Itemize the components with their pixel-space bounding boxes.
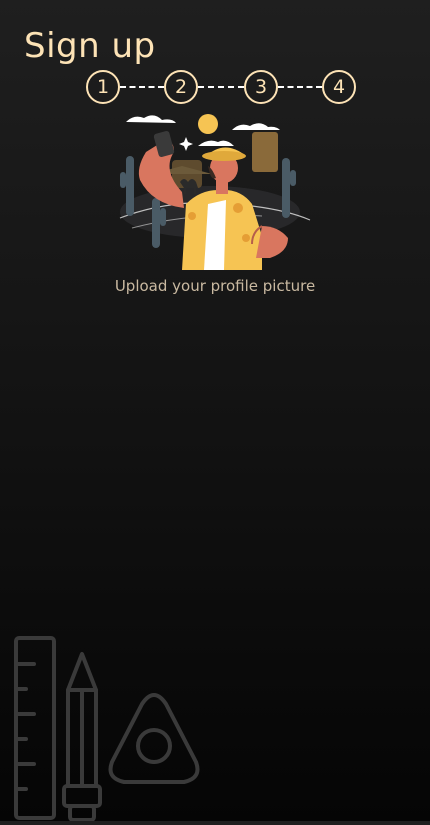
pencil-icon <box>62 652 102 822</box>
step-1[interactable]: 1 <box>86 70 120 104</box>
tools-decoration <box>12 634 202 822</box>
signup-stepper: 1 2 3 4 <box>86 70 356 104</box>
step-3[interactable]: 3 <box>244 70 278 104</box>
eraser-icon <box>108 693 200 784</box>
page-title: Sign up <box>24 26 156 66</box>
selfie-traveler-illustration <box>119 114 311 270</box>
ruler-icon <box>14 636 56 820</box>
step-connector <box>198 86 244 88</box>
profile-picture-upload[interactable] <box>112 108 318 270</box>
upload-caption: Upload your profile picture <box>114 277 316 295</box>
step-connector <box>278 86 322 88</box>
step-4[interactable]: 4 <box>322 70 356 104</box>
step-2[interactable]: 2 <box>164 70 198 104</box>
step-connector <box>120 86 164 88</box>
